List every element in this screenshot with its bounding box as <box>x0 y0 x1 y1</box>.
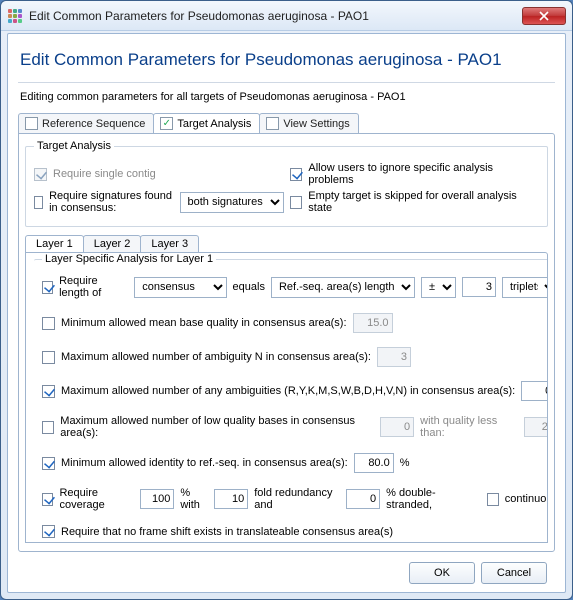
require-length-unit-select[interactable]: triplets <box>502 277 548 298</box>
max-amb-n-label: Maximum allowed number of ambiguity N in… <box>61 351 371 363</box>
min-mean-qual-input[interactable] <box>353 313 393 333</box>
no-frameshift-label: Require that no frame shift exists in tr… <box>61 526 393 538</box>
cancel-button[interactable]: Cancel <box>481 562 547 584</box>
min-identity-checkbox[interactable] <box>42 457 55 470</box>
coverage-label3: fold redundancy and <box>254 487 340 511</box>
divider <box>18 82 555 83</box>
tab-label: View Settings <box>283 118 349 130</box>
max-lowqual-label: Maximum allowed number of low quality ba… <box>60 415 374 439</box>
coverage-label2: % with <box>180 487 208 511</box>
client-area: Edit Common Parameters for Pseudomonas a… <box>7 33 566 593</box>
min-mean-qual-checkbox[interactable] <box>42 317 55 330</box>
empty-skip-checkbox[interactable] <box>290 196 303 209</box>
dialog-window: Edit Common Parameters for Pseudomonas a… <box>0 0 573 600</box>
tab-reference-sequence[interactable]: Reference Sequence <box>18 113 154 133</box>
min-mean-qual-label: Minimum allowed mean base quality in con… <box>61 317 347 329</box>
no-frameshift-checkbox[interactable] <box>42 525 55 538</box>
target-analysis-group: Target Analysis Require single contig Al… <box>25 140 548 227</box>
coverage-label1: Require coverage <box>59 487 134 511</box>
coverage-pct-input[interactable] <box>140 489 174 509</box>
page-subtitle: Editing common parameters for all target… <box>20 91 555 103</box>
allow-ignore-label: Allow users to ignore specific analysis … <box>308 162 539 186</box>
main-tabrow: Reference Sequence ✓ Target Analysis Vie… <box>18 113 555 133</box>
coverage-fold-input[interactable] <box>214 489 248 509</box>
tab-reference-check-icon <box>25 117 38 130</box>
tab-content: Target Analysis Require single contig Al… <box>18 133 555 552</box>
layer-scroll-area[interactable]: Layer Specific Analysis for Layer 1 Requ… <box>25 252 548 543</box>
min-identity-label: Minimum allowed identity to ref.-seq. in… <box>61 457 348 469</box>
require-length-value-input[interactable] <box>462 277 496 297</box>
tab-label: Target Analysis <box>177 118 251 130</box>
window-close-button[interactable] <box>522 7 566 25</box>
max-amb-n-input[interactable] <box>377 347 411 367</box>
max-amb-any-checkbox[interactable] <box>42 385 55 398</box>
require-length-label1: Require length of <box>59 275 128 299</box>
layer-legend: Layer Specific Analysis for Layer 1 <box>42 253 216 265</box>
empty-skip-label: Empty target is skipped for overall anal… <box>308 190 539 214</box>
coverage-checkbox[interactable] <box>42 493 53 506</box>
tab-target-analysis[interactable]: ✓ Target Analysis <box>153 113 260 133</box>
max-amb-n-checkbox[interactable] <box>42 351 55 364</box>
coverage-continuous-label: continuous <box>505 493 548 505</box>
max-amb-any-input[interactable] <box>521 381 548 401</box>
coverage-label4: % double-stranded, <box>386 487 468 511</box>
tab-target-check-icon: ✓ <box>160 117 173 130</box>
max-lowqual-tail-label: with quality less than: <box>420 415 518 439</box>
max-lowqual-tail-input[interactable] <box>524 417 548 437</box>
min-identity-unit: % <box>400 457 410 469</box>
tab-view-settings[interactable]: View Settings <box>259 113 358 133</box>
coverage-continuous-checkbox[interactable] <box>487 493 498 506</box>
app-icon <box>7 8 23 24</box>
require-length-checkbox[interactable] <box>42 281 53 294</box>
require-length-equals: equals <box>233 281 265 293</box>
max-lowqual-input[interactable] <box>380 417 414 437</box>
coverage-ds-input[interactable] <box>346 489 380 509</box>
max-amb-any-label: Maximum allowed number of any ambiguitie… <box>61 385 515 397</box>
page-title: Edit Common Parameters for Pseudomonas a… <box>20 50 553 70</box>
layer-tab-3[interactable]: Layer 3 <box>140 235 199 252</box>
require-single-contig-checkbox[interactable] <box>34 168 47 181</box>
group-legend: Target Analysis <box>34 140 114 152</box>
layer-tab-2[interactable]: Layer 2 <box>83 235 142 252</box>
allow-ignore-checkbox[interactable] <box>290 168 303 181</box>
layer-tab-1[interactable]: Layer 1 <box>25 235 84 252</box>
window-title: Edit Common Parameters for Pseudomonas a… <box>29 9 369 23</box>
require-single-contig-label: Require single contig <box>53 168 156 180</box>
max-lowqual-checkbox[interactable] <box>42 421 54 434</box>
titlebar: Edit Common Parameters for Pseudomonas a… <box>1 1 572 31</box>
require-signatures-select[interactable]: both signatures <box>180 192 284 213</box>
layer-specific-group: Layer Specific Analysis for Layer 1 Requ… <box>34 253 548 543</box>
require-signatures-checkbox[interactable] <box>34 196 43 209</box>
button-bar: OK Cancel <box>18 552 555 584</box>
require-signatures-label: Require signatures found in consensus: <box>49 190 173 214</box>
require-length-subject-select[interactable]: consensus <box>134 277 226 298</box>
layer-tabrow: Layer 1 Layer 2 Layer 3 <box>25 235 548 252</box>
ok-button[interactable]: OK <box>409 562 475 584</box>
require-length-measure-select[interactable]: Ref.-seq. area(s) length <box>271 277 415 298</box>
tab-label: Reference Sequence <box>42 118 145 130</box>
require-length-tolerance-select[interactable]: ± <box>421 277 456 298</box>
min-identity-input[interactable] <box>354 453 394 473</box>
tab-view-check-icon <box>266 117 279 130</box>
close-icon <box>539 11 549 21</box>
